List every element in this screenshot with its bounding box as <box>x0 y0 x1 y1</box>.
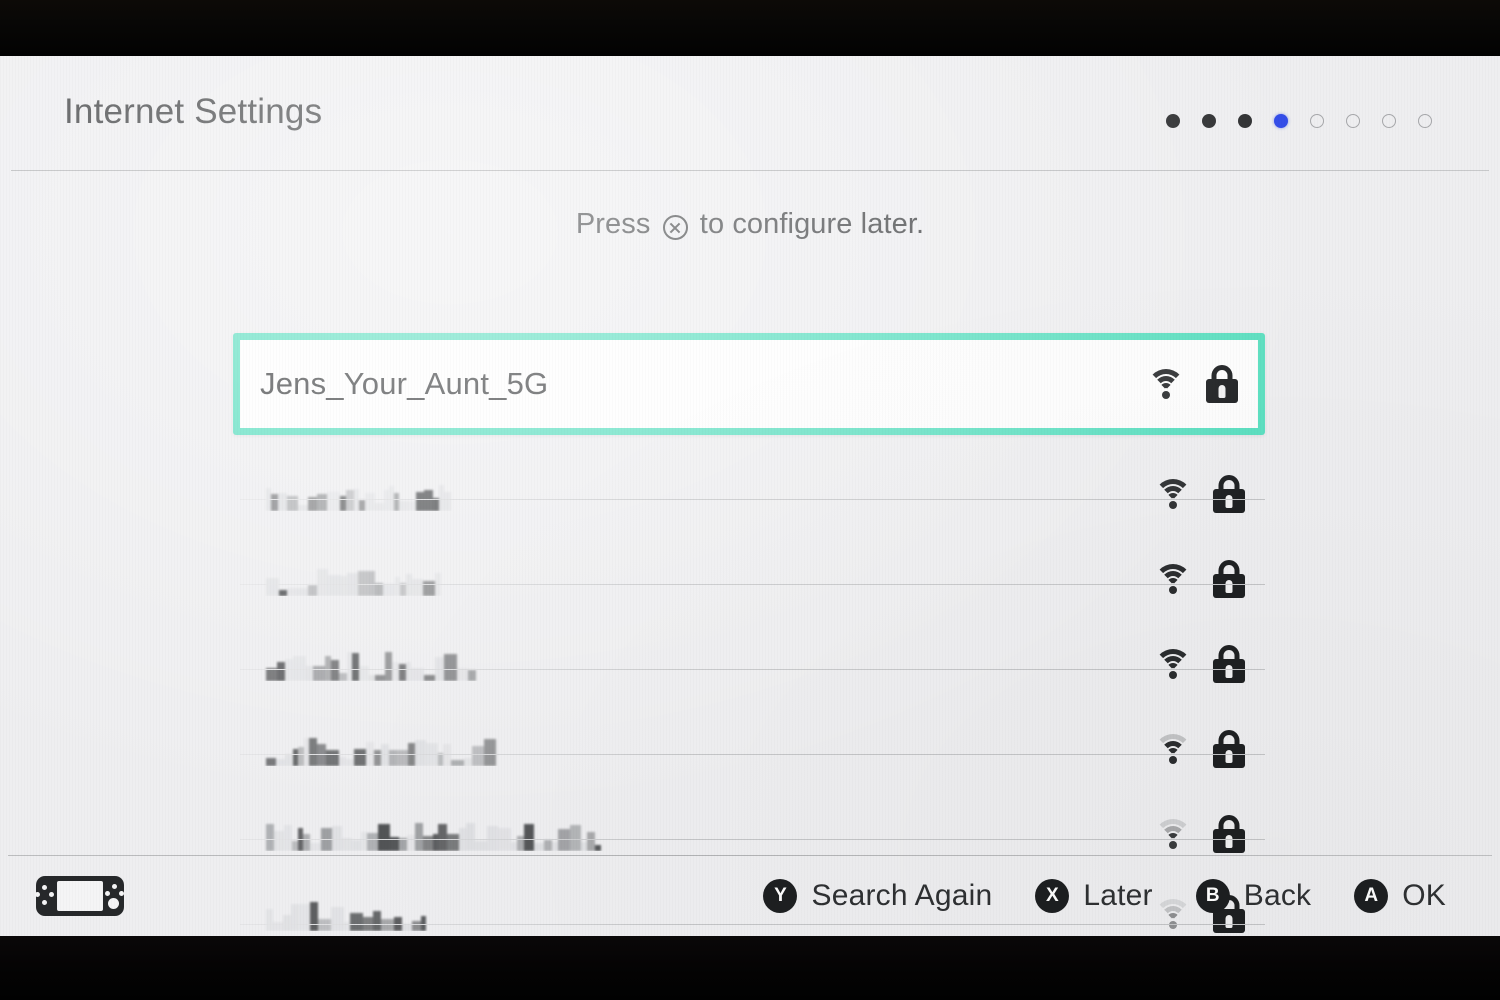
console-screen: Internet Settings Press to configure lat… <box>0 56 1500 936</box>
network-ssid <box>240 562 1154 596</box>
lock-icon <box>1213 645 1245 683</box>
button-glyph-b-icon: B <box>1195 879 1230 913</box>
wifi-icon <box>1154 819 1192 849</box>
configure-later-prompt: Press to configure later. <box>0 208 1500 241</box>
page-dot-7 <box>1382 114 1396 128</box>
network-status-icons <box>1154 645 1265 683</box>
hint-label: Search Again <box>811 879 993 912</box>
hint-ok[interactable]: A OK <box>1354 879 1446 913</box>
network-row[interactable] <box>240 536 1265 622</box>
page-dot-6 <box>1346 114 1360 128</box>
redacted-ssid <box>266 817 1154 851</box>
button-glyph-x-icon: X <box>1035 879 1070 913</box>
x-button-icon <box>662 215 688 240</box>
network-row[interactable] <box>240 451 1265 537</box>
network-status-icons <box>1154 730 1265 768</box>
network-row[interactable] <box>240 621 1265 707</box>
wifi-icon <box>1154 649 1192 679</box>
button-glyph-a-icon: A <box>1354 879 1389 913</box>
network-status-icons <box>1154 815 1265 853</box>
network-list[interactable]: Jens_Your_Aunt_5G <box>0 271 1500 933</box>
screen-header: Internet Settings <box>0 56 1500 170</box>
redacted-ssid <box>266 562 1154 596</box>
network-row-selected[interactable]: Jens_Your_Aunt_5G <box>233 333 1265 435</box>
redacted-ssid <box>266 732 1154 766</box>
lock-icon <box>1213 560 1245 598</box>
wifi-icon <box>1147 369 1185 399</box>
wifi-icon <box>1154 479 1192 509</box>
row-divider <box>240 839 1265 840</box>
row-divider <box>240 754 1265 755</box>
wifi-icon <box>1154 734 1192 764</box>
network-ssid <box>240 477 1154 511</box>
network-status-icons <box>1154 560 1265 598</box>
page-dot-1 <box>1166 114 1180 128</box>
network-ssid <box>240 732 1154 766</box>
button-glyph-y-icon: Y <box>763 879 798 913</box>
hint-label: OK <box>1402 879 1446 912</box>
console-bezel-top <box>0 0 1500 56</box>
console-bezel-bottom <box>0 936 1500 1000</box>
hint-search-again[interactable]: Y Search Again <box>763 879 992 913</box>
page-dot-4 <box>1274 114 1288 128</box>
network-ssid: Jens_Your_Aunt_5G <box>260 366 549 401</box>
lock-icon <box>1213 730 1245 768</box>
row-divider <box>240 499 1265 500</box>
prompt-text-before: Press <box>575 208 659 240</box>
page-dot-8 <box>1418 114 1432 128</box>
network-row[interactable] <box>240 706 1265 792</box>
footer-bar: Y Search Again X Later B Back A OK <box>0 856 1500 936</box>
switch-console-icon <box>35 876 124 916</box>
row-divider <box>240 669 1265 670</box>
page-indicator-dots <box>1155 114 1443 128</box>
hint-back[interactable]: B Back <box>1195 879 1312 913</box>
network-ssid <box>240 817 1154 851</box>
button-hints: Y Search Again X Later B Back A OK <box>720 856 1446 936</box>
lock-icon <box>1213 475 1245 513</box>
redacted-ssid <box>266 477 1154 511</box>
lock-icon <box>1206 365 1238 403</box>
redacted-ssid <box>266 647 1154 681</box>
row-divider <box>240 584 1265 585</box>
page-title: Internet Settings <box>64 92 323 131</box>
hint-label: Later <box>1083 879 1153 912</box>
wifi-icon <box>1154 564 1192 594</box>
prompt-text-after: to configure later. <box>691 208 925 240</box>
page-dot-3 <box>1238 114 1252 128</box>
lock-icon <box>1213 815 1245 853</box>
hint-later[interactable]: X Later <box>1035 879 1153 913</box>
page-dot-2 <box>1202 114 1216 128</box>
network-status-icons <box>1147 365 1258 403</box>
network-ssid <box>240 647 1154 681</box>
hint-label: Back <box>1243 879 1312 912</box>
header-divider <box>11 170 1489 171</box>
photo-of-console: Internet Settings Press to configure lat… <box>0 0 1500 1000</box>
network-status-icons <box>1154 475 1265 513</box>
page-dot-5 <box>1310 114 1324 128</box>
